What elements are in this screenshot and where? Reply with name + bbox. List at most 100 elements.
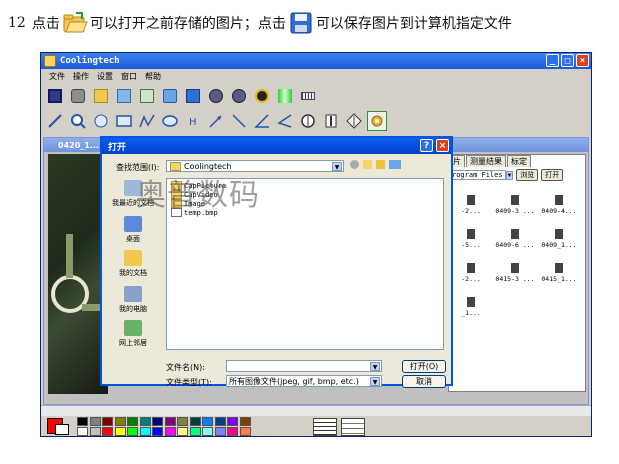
thumbnail[interactable]: 0415-3 ... bbox=[493, 249, 537, 283]
arrow-pair-icon[interactable] bbox=[229, 111, 249, 131]
dialog-close-button[interactable]: × bbox=[436, 139, 449, 152]
color-swatch[interactable] bbox=[214, 417, 226, 426]
pause-icon[interactable] bbox=[206, 86, 226, 106]
magnifier-icon[interactable] bbox=[252, 86, 272, 106]
thumbnail[interactable]: -5... bbox=[449, 215, 493, 249]
chevron-down-icon[interactable]: ▼ bbox=[370, 377, 380, 386]
color-swatch[interactable] bbox=[77, 417, 88, 426]
open-folder-icon[interactable] bbox=[91, 86, 111, 106]
color-swatch[interactable] bbox=[89, 427, 101, 436]
zoom-icon[interactable] bbox=[68, 111, 88, 131]
save-icon[interactable] bbox=[183, 86, 203, 106]
pan-icon[interactable] bbox=[91, 111, 111, 131]
color-swatch[interactable] bbox=[127, 417, 138, 426]
tab-calibration[interactable]: 标定 bbox=[507, 155, 531, 167]
thumbnail[interactable]: 0409-4... bbox=[537, 181, 581, 215]
rectangle-icon[interactable] bbox=[114, 111, 134, 131]
record-icon[interactable] bbox=[229, 86, 249, 106]
horizontal-scrollbar[interactable] bbox=[41, 405, 591, 416]
open-button[interactable]: 打开 bbox=[541, 169, 564, 181]
place-my-computer[interactable]: 我的电脑 bbox=[108, 286, 158, 314]
color-swatch[interactable] bbox=[102, 417, 113, 426]
color-bars-icon[interactable] bbox=[275, 86, 295, 106]
color-swatch[interactable] bbox=[202, 417, 213, 426]
color-swatch[interactable] bbox=[114, 427, 126, 436]
ruler-icon[interactable] bbox=[298, 86, 318, 106]
color-swatch[interactable] bbox=[202, 427, 213, 436]
thumbnail[interactable]: 0415_1... bbox=[537, 249, 581, 283]
chevron-down-icon[interactable]: ▼ bbox=[370, 362, 380, 371]
dialog-titlebar[interactable]: 打开 ? × bbox=[102, 138, 451, 154]
color-swatch[interactable] bbox=[177, 427, 188, 436]
color-swatch[interactable] bbox=[89, 417, 101, 426]
chevron-down-icon[interactable]: ▼ bbox=[505, 170, 514, 180]
menu-help[interactable]: 帮助 bbox=[145, 71, 161, 82]
minimize-button[interactable]: _ bbox=[546, 54, 559, 67]
color-swatch[interactable] bbox=[227, 417, 238, 426]
color-swatch[interactable] bbox=[139, 417, 151, 426]
polyline-icon[interactable] bbox=[137, 111, 157, 131]
line-width-icon[interactable] bbox=[313, 418, 337, 436]
menu-settings[interactable]: 设置 bbox=[97, 71, 113, 82]
place-my-documents[interactable]: 我的文档 bbox=[108, 250, 158, 278]
filename-input[interactable]: ▼ bbox=[226, 360, 382, 372]
color-swatch[interactable] bbox=[189, 427, 201, 436]
color-swatch[interactable] bbox=[77, 427, 88, 436]
view-menu-icon[interactable] bbox=[389, 160, 401, 169]
line-style-icon[interactable] bbox=[341, 418, 365, 436]
color-swatch[interactable] bbox=[177, 417, 188, 426]
table-icon[interactable] bbox=[137, 86, 157, 106]
angle-icon[interactable] bbox=[252, 111, 272, 131]
camera-icon[interactable] bbox=[68, 86, 88, 106]
chevron-down-icon[interactable]: ▼ bbox=[332, 162, 342, 171]
app-titlebar[interactable]: Coolingtech _ □ × bbox=[41, 53, 591, 69]
thumbnail[interactable]: -2... bbox=[449, 249, 493, 283]
color-swatch[interactable] bbox=[214, 427, 226, 436]
settings-icon[interactable] bbox=[367, 111, 387, 131]
menu-window[interactable]: 窗口 bbox=[121, 71, 137, 82]
place-network[interactable]: 网上邻居 bbox=[108, 320, 158, 348]
circle-measure-icon[interactable] bbox=[298, 111, 318, 131]
dialog-cancel-button[interactable]: 取消 bbox=[402, 375, 446, 388]
color-swatch[interactable] bbox=[102, 427, 113, 436]
color-swatch[interactable] bbox=[227, 427, 238, 436]
height-icon[interactable] bbox=[321, 111, 341, 131]
switch-icon[interactable] bbox=[160, 86, 180, 106]
color-swatch[interactable] bbox=[164, 417, 176, 426]
stop-icon[interactable] bbox=[45, 86, 65, 106]
thumbnail[interactable]: 0409_1... bbox=[537, 215, 581, 249]
menu-operate[interactable]: 操作 bbox=[73, 71, 89, 82]
color-swatch[interactable] bbox=[139, 427, 151, 436]
color-swatch[interactable] bbox=[152, 427, 163, 436]
color-swatch[interactable] bbox=[189, 417, 201, 426]
thumbnail[interactable]: -2... bbox=[449, 181, 493, 215]
line-icon[interactable] bbox=[45, 111, 65, 131]
color-swatch[interactable] bbox=[152, 417, 163, 426]
place-desktop[interactable]: 桌面 bbox=[108, 216, 158, 244]
color-swatch[interactable] bbox=[127, 427, 138, 436]
thumbnail[interactable]: 0409-6 ... bbox=[493, 215, 537, 249]
thumbnail[interactable]: _1... bbox=[449, 283, 493, 317]
color-swatch[interactable] bbox=[239, 417, 251, 426]
ellipse-icon[interactable] bbox=[160, 111, 180, 131]
arrow-icon[interactable] bbox=[206, 111, 226, 131]
up-folder-icon[interactable] bbox=[363, 160, 372, 169]
help-button[interactable]: ? bbox=[420, 139, 433, 152]
color-swatch[interactable] bbox=[239, 427, 251, 436]
back-icon[interactable] bbox=[350, 160, 359, 169]
image-icon[interactable] bbox=[114, 86, 134, 106]
text-h-icon[interactable]: H bbox=[183, 111, 203, 131]
color-swatch[interactable] bbox=[114, 417, 126, 426]
dialog-open-button[interactable]: 打开(O) bbox=[402, 360, 446, 373]
diameter-icon[interactable] bbox=[344, 111, 364, 131]
filetype-select[interactable]: 所有图像文件(jpeg, gif, bmp, etc.) ▼ bbox=[226, 375, 382, 387]
color-swatch[interactable] bbox=[164, 427, 176, 436]
angle-arc-icon[interactable] bbox=[275, 111, 295, 131]
close-button[interactable]: × bbox=[576, 54, 589, 67]
maximize-button[interactable]: □ bbox=[561, 54, 574, 67]
thumbnail[interactable]: 0409-3 ... bbox=[493, 181, 537, 215]
browse-button[interactable]: 浏览 bbox=[516, 169, 539, 181]
tab-measure-results[interactable]: 测量结果 bbox=[466, 155, 506, 167]
menu-file[interactable]: 文件 bbox=[49, 71, 65, 82]
new-folder-icon[interactable] bbox=[376, 160, 385, 169]
